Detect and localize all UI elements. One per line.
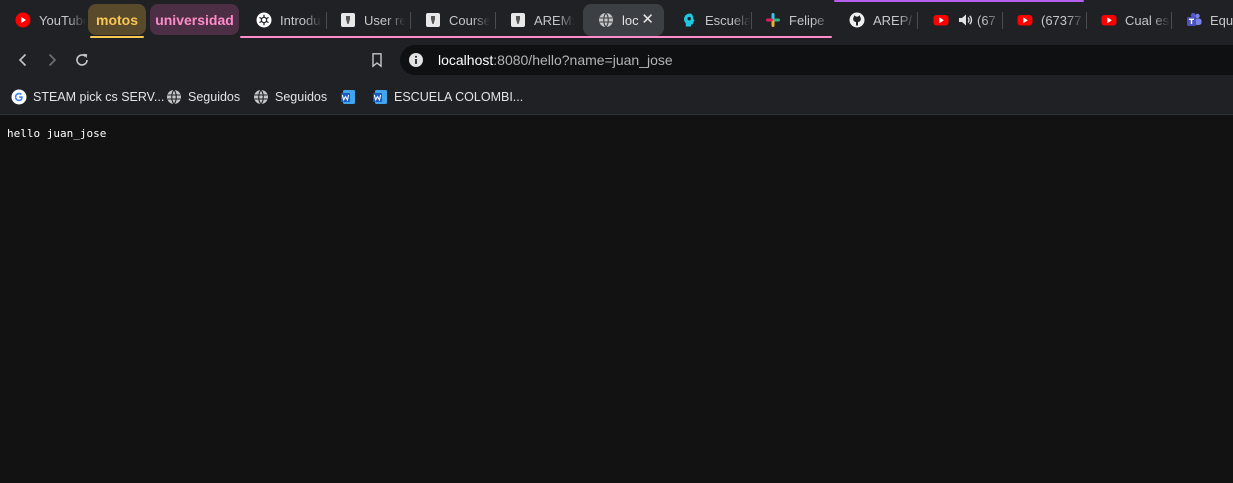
tab-label: Equi <box>1210 12 1233 28</box>
tab-youtube-67377[interactable]: (67377 <box>1002 4 1085 36</box>
tab-arep[interactable]: AREP/ <box>834 4 916 36</box>
tab-group-universidad[interactable]: universidad <box>150 4 239 35</box>
word-icon <box>372 89 388 105</box>
reload-button[interactable] <box>70 48 94 72</box>
openai-icon <box>256 12 272 28</box>
bookmark-steam-pick[interactable]: STEAM pick cs SERV... <box>11 88 164 106</box>
document-icon <box>425 12 441 28</box>
arrow-left-icon <box>18 53 27 67</box>
globe-icon <box>253 89 269 105</box>
bookmark-button[interactable] <box>365 48 389 72</box>
page-body-text: hello juan_jose <box>7 127 107 140</box>
slack-icon <box>765 12 781 28</box>
tab-group-label: motos <box>96 11 138 28</box>
speaker-icon[interactable] <box>957 12 973 28</box>
globe-icon <box>598 12 614 28</box>
tab-strip: YouTube motos universidad Introdu User r… <box>0 0 1233 40</box>
bookmark-label: Seguidos <box>275 90 328 104</box>
youtube-icon <box>15 12 31 28</box>
youtube-icon <box>933 12 949 28</box>
tab-introdu[interactable]: Introdu <box>241 4 322 36</box>
bookmark-label: Seguidos <box>188 90 241 104</box>
tab-arem[interactable]: AREM: <box>495 4 575 36</box>
forward-button[interactable] <box>40 48 64 72</box>
document-icon <box>510 12 526 28</box>
tab-equi-teams[interactable]: Equi <box>1171 4 1233 36</box>
tab-group-underline <box>240 36 832 38</box>
back-button[interactable] <box>11 48 35 72</box>
tab-course[interactable]: Course <box>410 4 490 36</box>
reload-icon <box>76 53 88 66</box>
tab-group-motos[interactable]: motos <box>88 4 146 35</box>
bookmark-escuela-colombiana[interactable]: ESCUELA COLOMBI... <box>372 88 523 106</box>
url-text[interactable]: localhost:8080/hello?name=juan_jose <box>438 52 673 68</box>
youtube-icon <box>1017 12 1033 28</box>
globe-icon <box>166 89 182 105</box>
google-icon <box>11 89 27 105</box>
arrow-right-icon <box>48 53 57 67</box>
word-icon <box>340 89 356 105</box>
tab-cual-es[interactable]: Cual es <box>1086 4 1170 36</box>
document-icon <box>340 12 356 28</box>
tab-group-underline <box>90 36 144 38</box>
bookmark-seguidos-2[interactable]: Seguidos <box>253 88 327 106</box>
youtube-icon <box>1101 12 1117 28</box>
tab-youtube[interactable]: YouTube <box>0 4 86 36</box>
tab-localhost-active[interactable]: loc ✕ <box>583 4 664 36</box>
bookmark-word-doc[interactable] <box>340 88 362 106</box>
bookmark-label: ESCUELA COLOMBI... <box>394 90 524 104</box>
info-icon[interactable] <box>408 52 424 68</box>
tab-felipe[interactable]: Felipe <box>750 4 831 36</box>
tab-group-label: universidad <box>155 11 234 28</box>
url-path: :8080/hello?name=juan_jose <box>493 52 673 68</box>
tab-user-re[interactable]: User re <box>325 4 405 36</box>
github-icon <box>849 12 865 28</box>
tab-escuela[interactable]: Escuela <box>666 4 750 36</box>
url-host: localhost <box>438 52 494 68</box>
bookmarks-bar: STEAM pick cs SERV... Seguidos Seguidos … <box>0 80 1233 115</box>
tab-youtube-audio[interactable]: (67 <box>918 4 1002 36</box>
head-icon <box>681 12 697 28</box>
address-bar[interactable]: localhost:8080/hello?name=juan_jose <box>400 45 1233 75</box>
tab-label: loc <box>622 12 639 28</box>
tab-group-underline <box>834 0 1084 2</box>
teams-icon <box>1186 12 1202 28</box>
bookmark-seguidos-1[interactable]: Seguidos <box>166 88 240 106</box>
bookmark-icon <box>372 53 382 68</box>
bookmark-label: STEAM pick cs SERV... <box>33 90 165 104</box>
close-tab-icon[interactable]: ✕ <box>641 12 654 28</box>
